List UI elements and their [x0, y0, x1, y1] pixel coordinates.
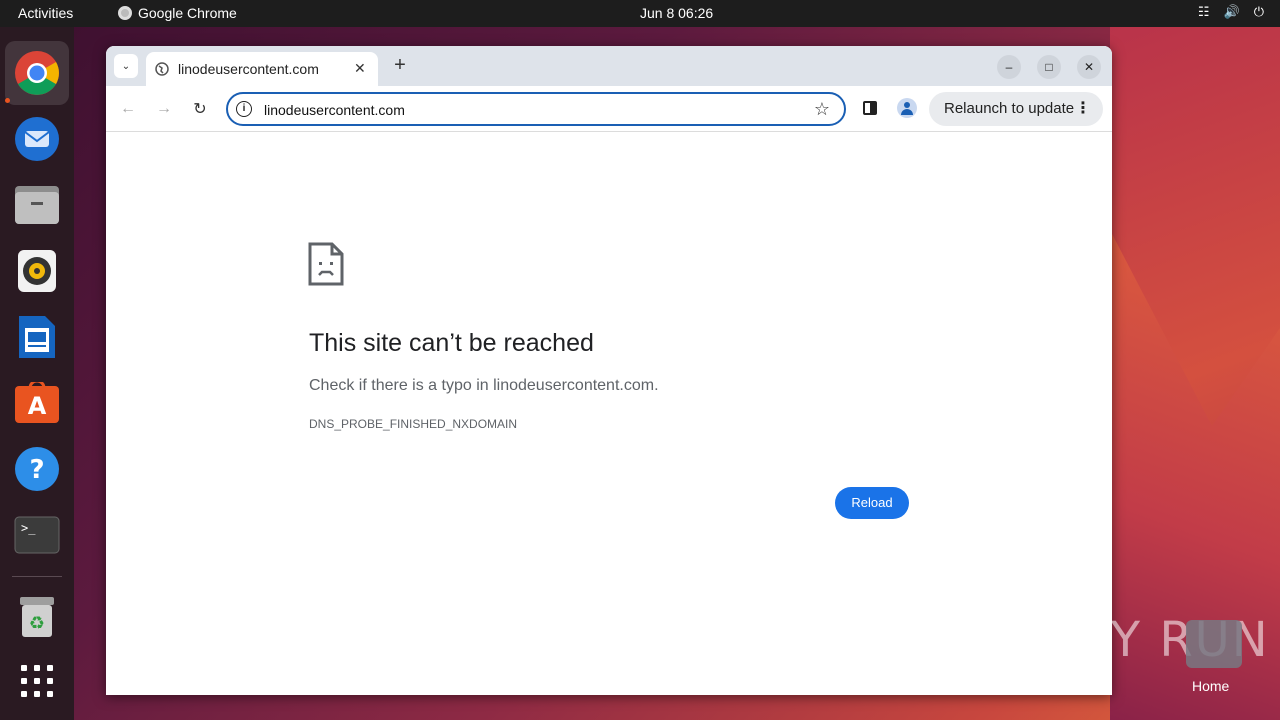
star-icon[interactable]: ☆ — [814, 99, 830, 120]
volume-icon: 🔊 — [1223, 4, 1240, 19]
dock-libreoffice-writer[interactable] — [5, 305, 69, 369]
dock-help[interactable]: ? — [5, 437, 69, 501]
close-icon[interactable]: ✕ — [354, 60, 366, 77]
chevron-down-icon: ⌄ — [121, 60, 131, 72]
chrome-window: ⌄ linodeusercontent.com ✕ + – □ ✕ ← → ↻ … — [106, 46, 1112, 695]
error-page: This site can’t be reached Check if ther… — [106, 132, 1112, 695]
home-label: Home — [1192, 678, 1230, 694]
close-icon: ✕ — [1083, 60, 1095, 74]
maximize-button[interactable]: □ — [1037, 55, 1061, 79]
show-apps-icon — [21, 665, 53, 697]
chrome-icon — [15, 51, 59, 95]
error-title: This site can’t be reached — [309, 329, 594, 357]
minimize-icon: – — [1005, 60, 1013, 74]
plus-icon: + — [394, 54, 406, 76]
address-text: linodeusercontent.com — [264, 102, 405, 118]
reload-button[interactable]: Reload — [835, 487, 909, 519]
arrow-right-icon: → — [156, 100, 172, 117]
toolbar: ← → ↻ i linodeusercontent.com ☆ Relaunch… — [106, 86, 1112, 132]
app-menu[interactable]: Google Chrome — [118, 5, 237, 21]
top-bar: Activities Google Chrome Jun 8 06:26 ☷ 🔊… — [0, 0, 1280, 27]
tab-search-button[interactable]: ⌄ — [114, 54, 138, 78]
dock: A ? >_ ♻ — [0, 27, 74, 720]
error-message: Check if there is a typo in linodeuserco… — [309, 377, 659, 394]
svg-text:A: A — [28, 392, 47, 420]
close-window-button[interactable]: ✕ — [1077, 55, 1101, 79]
libreoffice-writer-icon — [19, 316, 55, 358]
chrome-icon — [118, 6, 132, 20]
rhythmbox-icon — [18, 250, 56, 292]
relaunch-label: Relaunch to update — [944, 100, 1075, 117]
address-bar[interactable]: i linodeusercontent.com ☆ — [226, 92, 846, 126]
activities-button[interactable]: Activities — [18, 5, 73, 21]
tab-strip: ⌄ linodeusercontent.com ✕ + – □ ✕ — [106, 46, 1112, 86]
dock-separator — [12, 576, 62, 577]
globe-icon — [155, 62, 169, 76]
profile-icon[interactable] — [897, 98, 917, 118]
reload-toolbar-button[interactable]: ↻ — [189, 98, 211, 120]
power-icon: ⏻ — [1253, 4, 1264, 19]
clock[interactable]: Jun 8 06:26 — [640, 5, 713, 21]
relaunch-button[interactable]: Relaunch to update ⋮ — [929, 92, 1103, 126]
system-tray[interactable]: ☷ 🔊 ⏻ — [1198, 4, 1264, 20]
back-button[interactable]: ← — [117, 98, 139, 120]
tab-active[interactable]: linodeusercontent.com ✕ — [146, 52, 378, 86]
svg-text:?: ? — [29, 455, 44, 485]
dock-rhythmbox[interactable] — [5, 239, 69, 303]
network-icon: ☷ — [1197, 4, 1210, 19]
svg-text:♻: ♻ — [29, 613, 45, 634]
dock-files[interactable] — [5, 173, 69, 237]
thunderbird-icon — [15, 117, 59, 161]
dock-chrome[interactable] — [5, 41, 69, 105]
sad-document-icon — [308, 242, 344, 286]
home-folder-icon[interactable] — [1186, 620, 1242, 668]
svg-text:>_: >_ — [21, 521, 36, 535]
info-icon[interactable]: i — [236, 101, 252, 117]
files-icon — [15, 186, 59, 224]
show-apps-button[interactable] — [5, 649, 69, 713]
minimize-button[interactable]: – — [997, 55, 1021, 79]
terminal-icon: >_ — [14, 516, 60, 554]
new-tab-button[interactable]: + — [388, 54, 412, 78]
side-panel-icon[interactable] — [863, 101, 877, 115]
help-icon: ? — [15, 447, 59, 491]
kebab-menu-icon[interactable]: ⋮ — [1075, 92, 1091, 126]
error-code: DNS_PROBE_FINISHED_NXDOMAIN — [309, 417, 518, 431]
dock-terminal[interactable]: >_ — [5, 503, 69, 567]
maximize-icon: □ — [1045, 60, 1053, 74]
tab-title: linodeusercontent.com — [178, 61, 319, 77]
dock-app-center[interactable]: A — [5, 371, 69, 435]
dock-thunderbird[interactable] — [5, 107, 69, 171]
arrow-left-icon: ← — [120, 100, 136, 117]
app-center-icon: A — [15, 382, 59, 423]
app-name: Google Chrome — [138, 5, 237, 21]
forward-button[interactable]: → — [153, 98, 175, 120]
running-indicator — [5, 98, 10, 103]
reload-icon: ↻ — [193, 101, 207, 118]
trash-icon: ♻ — [20, 597, 54, 637]
dock-trash[interactable]: ♻ — [5, 585, 69, 649]
